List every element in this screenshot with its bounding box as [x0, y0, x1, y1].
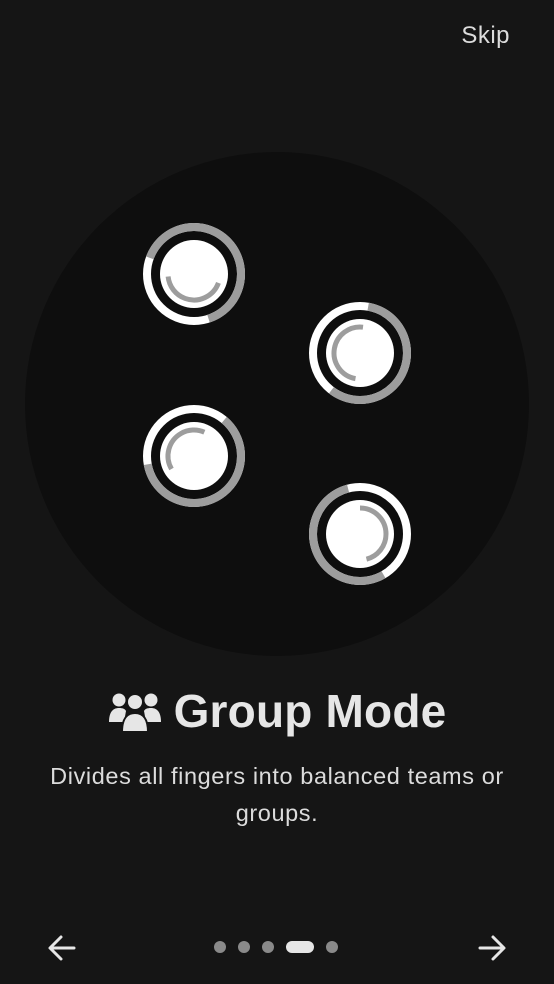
finger-touch-illustration	[142, 223, 411, 585]
next-button[interactable]	[472, 928, 512, 968]
previous-button[interactable]	[42, 928, 82, 968]
page-dot-active[interactable]	[286, 941, 314, 953]
title-row: Group Mode	[0, 684, 554, 738]
page-dot[interactable]	[262, 941, 274, 953]
finger-touch-point	[309, 483, 411, 585]
page-indicator	[214, 941, 338, 953]
page-dot[interactable]	[214, 941, 226, 953]
finger-touch-point	[309, 302, 411, 404]
page-title: Group Mode	[173, 685, 447, 737]
finger-touch-point	[143, 405, 245, 507]
page-description: Divides all fingers into balanced teams …	[50, 763, 504, 826]
arrow-left-icon	[48, 935, 76, 961]
group-icon	[108, 693, 161, 733]
onboarding-screen: Skip Group Mode Divides all fingers into…	[0, 0, 554, 984]
finger-touch-point	[142, 223, 245, 325]
arrow-right-icon	[478, 935, 506, 961]
page-dot[interactable]	[326, 941, 338, 953]
page-dot[interactable]	[238, 941, 250, 953]
